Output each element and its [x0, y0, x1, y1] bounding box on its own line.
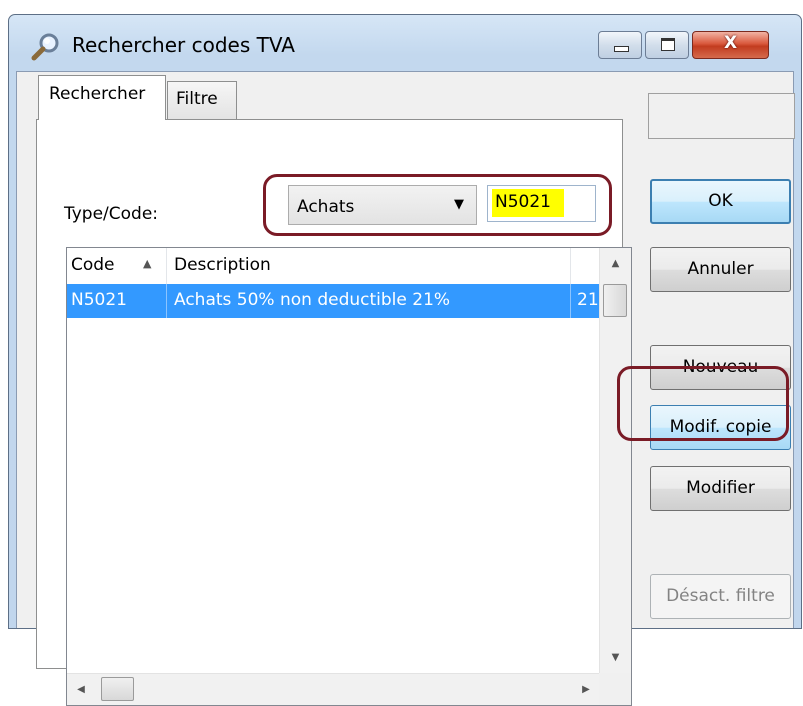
scrollbar-corner — [599, 673, 631, 705]
close-icon: X — [723, 33, 738, 53]
column-header-code[interactable]: Code — [71, 255, 115, 275]
cell-divider — [166, 284, 167, 318]
horizontal-scroll-thumb[interactable] — [101, 677, 134, 701]
code-input[interactable]: N5021 — [487, 185, 596, 222]
close-button[interactable]: X — [692, 31, 769, 59]
new-button[interactable]: Nouveau — [650, 345, 791, 390]
vat-codes-list[interactable]: Code ▲ Description N5021 Achats 50% non … — [66, 247, 632, 706]
code-input-value: N5021 — [495, 192, 551, 212]
column-header-description[interactable]: Description — [174, 255, 271, 275]
cell-divider — [570, 284, 571, 318]
ok-button[interactable]: OK — [650, 179, 791, 224]
maximize-icon — [661, 38, 675, 51]
search-tab-panel: Type/Code: Achats ▼ N5021 Code ▲ Descrip… — [36, 119, 632, 706]
type-select[interactable]: Achats ▼ — [288, 185, 477, 225]
scroll-right-icon[interactable]: ▶ — [572, 674, 600, 705]
vertical-scroll-thumb[interactable] — [603, 284, 627, 317]
column-divider[interactable] — [166, 248, 167, 284]
vertical-scrollbar[interactable]: ▲ ▼ — [599, 248, 631, 673]
table-row[interactable]: N5021 Achats 50% non deductible 21% 21 — [67, 284, 613, 318]
scroll-left-icon[interactable]: ◀ — [67, 674, 95, 705]
modify-button[interactable]: Modifier — [650, 466, 791, 511]
modify-copy-button[interactable]: Modif. copie — [650, 405, 791, 450]
row-code: N5021 — [71, 290, 127, 310]
row-description: Achats 50% non deductible 21% — [174, 290, 451, 310]
sort-ascending-icon: ▲ — [143, 257, 152, 270]
chevron-down-icon: ▼ — [454, 197, 464, 212]
search-vat-codes-dialog: Rechercher codes TVA X Rechercher Filtre… — [8, 14, 802, 706]
type-select-value: Achats — [297, 197, 355, 217]
tab-filtre[interactable]: Filtre — [167, 81, 237, 119]
type-code-label: Type/Code: — [64, 204, 159, 224]
minimize-icon — [614, 46, 629, 52]
disable-filter-button[interactable]: Désact. filtre — [650, 574, 791, 619]
horizontal-scrollbar[interactable]: ◀ ▶ — [67, 673, 600, 705]
title-bar[interactable]: Rechercher codes TVA X — [9, 15, 801, 71]
column-divider[interactable] — [570, 248, 571, 284]
search-icon — [31, 33, 59, 61]
status-display — [648, 93, 795, 139]
dialog-body: Rechercher Filtre Type/Code: Achats ▼ N5… — [16, 71, 795, 706]
scroll-down-icon[interactable]: ▼ — [600, 642, 631, 673]
scroll-up-icon[interactable]: ▲ — [600, 248, 631, 279]
window-title: Rechercher codes TVA — [72, 33, 295, 57]
cancel-button[interactable]: Annuler — [650, 247, 791, 292]
list-header: Code ▲ Description — [67, 248, 602, 285]
minimize-button[interactable] — [598, 31, 642, 59]
maximize-button[interactable] — [645, 31, 689, 59]
tab-rechercher[interactable]: Rechercher — [38, 75, 166, 120]
